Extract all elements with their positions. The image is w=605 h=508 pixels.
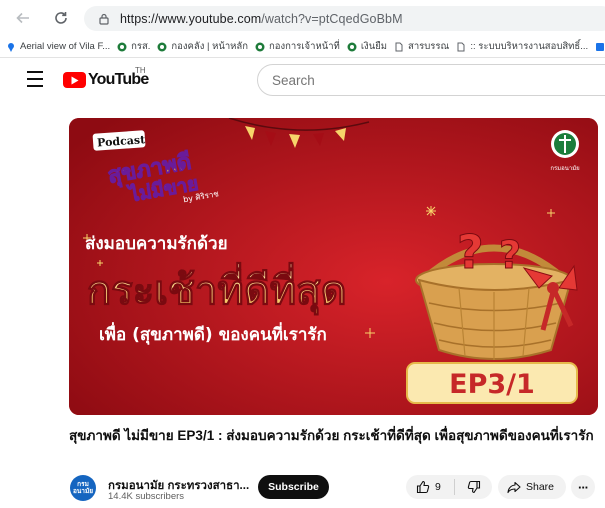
question-mark-icon: ?: [457, 225, 484, 279]
bookmark-item[interactable]: กองคลัง | หน้าหลัก: [157, 39, 248, 54]
bookmark-label: เงินยืม: [360, 41, 388, 52]
bookmark-item[interactable]: กรส.: [117, 39, 150, 54]
bookmark-item[interactable]: Aerial view of Vila F...: [6, 41, 110, 52]
moph-favicon-icon: [117, 42, 127, 52]
thumbs-up-icon: [416, 480, 430, 494]
play-icon: [63, 72, 86, 88]
episode-label: EP3/1: [449, 369, 535, 400]
share-icon: [507, 481, 521, 494]
address-bar[interactable]: https://www.youtube.com/watch?v=ptCqedGo…: [84, 6, 605, 31]
youtube-masthead: YouTube TH Search: [0, 58, 605, 104]
department-of-health-logo: กรมอนามัย: [550, 130, 580, 172]
thumbs-down-icon: [467, 480, 480, 494]
youtube-logo[interactable]: YouTube TH: [63, 66, 149, 89]
bookmark-label: กองการเจ้าหน้าที่: [269, 41, 340, 52]
search-input[interactable]: Search: [272, 73, 315, 88]
subscriber-count: 14.4K subscribers: [108, 491, 185, 502]
avatar-text-line2: อนามัย: [72, 488, 94, 495]
bookmark-label: กองคลัง | หน้าหลัก: [171, 41, 249, 52]
url-path: /watch?v=ptCqedGoBbM: [261, 11, 403, 26]
video-title: สุขภาพดี ไม่มีขาย EP3/1 : ส่งมอบความรักด…: [69, 428, 594, 443]
bookmark-item[interactable]: เงินยืม: [347, 39, 387, 54]
video-thumbnail[interactable]: Podcast สุขภาพดี ไม่มีขาย by ศิริราช กรม…: [69, 118, 598, 415]
map-pin-icon: [6, 42, 16, 52]
share-label: Share: [526, 481, 555, 493]
hamburger-icon: [27, 71, 43, 73]
dislike-button[interactable]: [455, 475, 492, 499]
bookmark-item[interactable]: กร: [595, 39, 605, 54]
share-button[interactable]: Share: [498, 475, 566, 499]
page-icon: [394, 42, 404, 52]
hamburger-icon-bar: [27, 78, 43, 80]
moph-favicon-icon: [347, 42, 357, 52]
like-button[interactable]: 9: [406, 475, 454, 499]
like-dislike-group: 9: [406, 475, 492, 499]
like-count: 9: [435, 481, 441, 493]
screen: https://www.youtube.com/watch?v=ptCqedGo…: [0, 0, 605, 508]
channel-avatar[interactable]: กรม อนามัย: [70, 475, 96, 501]
bookmark-item[interactable]: :: ระบบบริหารงานสอบสิทธิ์...: [456, 39, 588, 54]
avatar-text-line1: กรม: [77, 481, 89, 488]
bookmark-label: Aerial view of Vila F...: [20, 41, 111, 52]
site-info-icon[interactable]: [98, 13, 110, 25]
subscribe-button[interactable]: Subscribe: [258, 475, 329, 499]
page-icon: [456, 42, 466, 52]
bookmark-label: กรส.: [131, 41, 151, 52]
bookmarks-bar: Aerial view of Vila F... กรส. กองคลัง | …: [0, 36, 605, 58]
headline-line1: ส่งมอบความรักด้วย: [85, 234, 228, 254]
moph-favicon-icon: [157, 42, 167, 52]
episode-badge: EP3/1: [406, 362, 578, 404]
bookmark-item[interactable]: กองการเจ้าหน้าที่: [255, 39, 340, 54]
hamburger-icon-bar: [27, 85, 43, 87]
headline-line3: เพื่อ (สุขภาพดี) ของคนที่เรารัก: [99, 322, 327, 345]
question-mark-icon: ?: [499, 233, 521, 277]
reload-icon: [55, 12, 67, 24]
reload-button[interactable]: [50, 7, 72, 29]
thumbnail-art: Podcast สุขภาพดี ไม่มีขาย by ศิริราช กรม…: [69, 118, 598, 415]
guide-menu-button[interactable]: [24, 71, 46, 89]
back-button[interactable]: [12, 7, 34, 29]
arrow-left-icon: [16, 12, 29, 24]
bookmark-label: สารบรรณ: [408, 41, 450, 52]
org-logo-text: กรมอนามัย: [550, 165, 579, 172]
bookmark-item[interactable]: สารบรรณ: [394, 39, 449, 54]
logo-region: TH: [135, 66, 146, 75]
headline-line2: กระเช้าที่ดีที่สุด: [87, 262, 347, 316]
web-icon: [595, 42, 605, 52]
url-text: https://www.youtube.com/watch?v=ptCqedGo…: [120, 12, 403, 26]
moph-favicon-icon: [255, 42, 265, 52]
url-host: https://www.youtube.com: [120, 11, 262, 26]
bookmark-label: :: ระบบบริหารงานสอบสิทธิ์...: [470, 41, 589, 52]
browser-toolbar: https://www.youtube.com/watch?v=ptCqedGo…: [0, 0, 605, 36]
search-box[interactable]: Search: [257, 64, 605, 96]
more-actions-button[interactable]: ···: [571, 475, 595, 499]
